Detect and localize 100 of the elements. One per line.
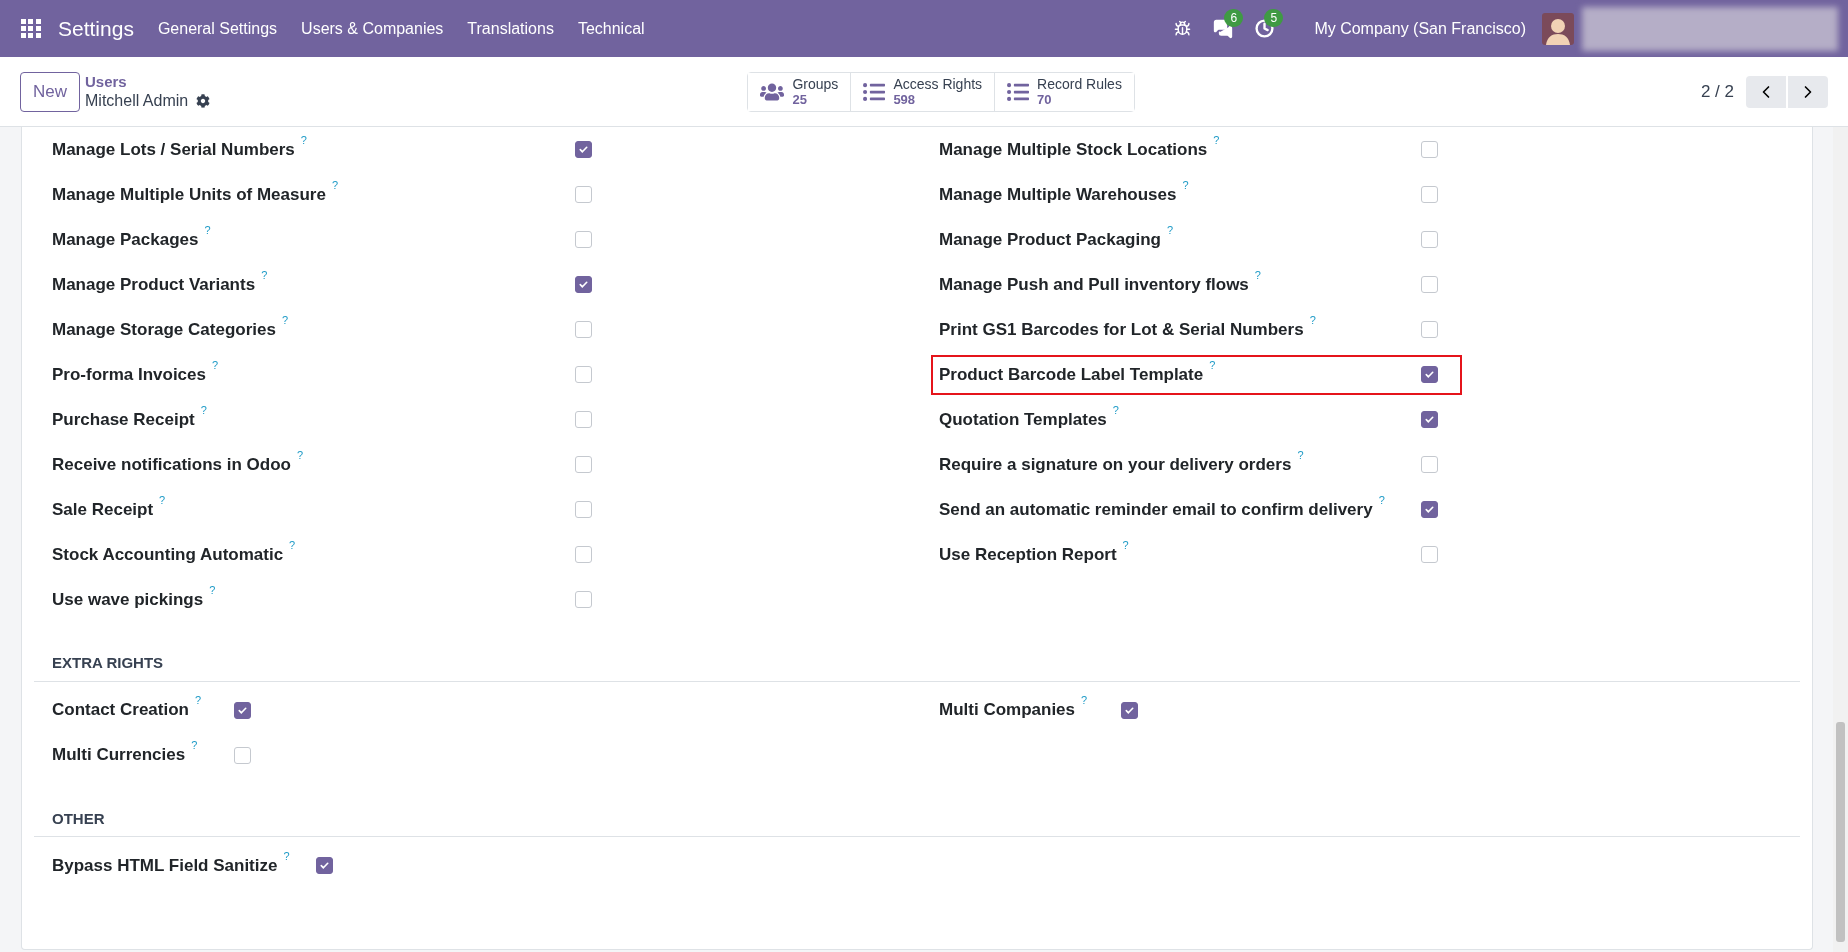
checkbox[interactable]: [1421, 141, 1438, 158]
breadcrumb-link[interactable]: Users: [85, 72, 211, 91]
checkbox[interactable]: [1421, 501, 1438, 518]
help-tooltip[interactable]: ?: [297, 449, 304, 461]
help-tooltip[interactable]: ?: [212, 359, 219, 371]
setting-label: Multi Companies: [939, 699, 1075, 722]
help-tooltip[interactable]: ?: [1297, 449, 1304, 461]
checkbox[interactable]: [575, 321, 592, 338]
setting-label: Manage Lots / Serial Numbers: [52, 138, 295, 161]
help-tooltip[interactable]: ?: [1309, 314, 1316, 326]
pager-value: 2 / 2: [1700, 80, 1734, 103]
company-switcher[interactable]: My Company (San Francisco): [1314, 16, 1526, 41]
checkmark-icon: [1424, 504, 1435, 515]
checkbox[interactable]: [1121, 701, 1138, 719]
checkbox[interactable]: [575, 366, 592, 383]
stat-label: Groups: [792, 75, 839, 92]
menu-item[interactable]: General Settings: [157, 16, 278, 41]
help-tooltip[interactable]: ?: [209, 584, 216, 596]
stat-label: Record Rules: [1037, 75, 1122, 92]
setting-label: Use Reception Report: [939, 543, 1117, 566]
help-tooltip[interactable]: ?: [261, 269, 268, 281]
help-tooltip[interactable]: ?: [1209, 359, 1216, 371]
checkbox[interactable]: [1421, 546, 1438, 563]
help-tooltip[interactable]: ?: [281, 314, 289, 326]
setting-label: Manage Multiple Stock Locations: [939, 138, 1208, 161]
setting-label: Use wave pickings: [52, 588, 204, 611]
checkbox[interactable]: [575, 501, 592, 518]
avatar-icon[interactable]: [1542, 12, 1574, 45]
list-icon: [1007, 80, 1030, 103]
setting-label: Manage Multiple Warehouses: [939, 183, 1177, 206]
help-tooltip[interactable]: ?: [204, 224, 211, 236]
checkmark-icon: [319, 860, 330, 871]
list-icon: [863, 80, 886, 103]
checkbox[interactable]: [1421, 186, 1438, 203]
previous-button[interactable]: [1746, 75, 1786, 108]
setting-label: Send an automatic reminder email to confirm delivery: [939, 498, 1373, 521]
menu-item[interactable]: Technical: [577, 16, 645, 41]
checkbox[interactable]: [575, 141, 592, 158]
help-tooltip[interactable]: ?: [1182, 179, 1189, 191]
setting-label: Manage Multiple Units of Measure: [52, 183, 326, 206]
checkbox[interactable]: [1421, 276, 1438, 293]
checkbox[interactable]: [1421, 366, 1438, 383]
new-button[interactable]: New: [20, 71, 80, 112]
help-tooltip[interactable]: ?: [1122, 539, 1129, 551]
help-tooltip[interactable]: ?: [1378, 494, 1385, 506]
checkmark-icon: [1424, 414, 1435, 425]
menu-item[interactable]: Translations: [467, 16, 554, 41]
help-tooltip[interactable]: ?: [289, 539, 296, 551]
stat-label: Access Rights: [893, 75, 983, 92]
setting-label: Manage Product Variants: [52, 273, 256, 296]
stat-value: 598: [893, 91, 916, 108]
checkbox[interactable]: [234, 701, 251, 719]
setting-label: Manage Push and Pull inventory flows: [939, 273, 1249, 296]
apps-menu-icon[interactable]: [21, 18, 41, 39]
menu-item[interactable]: Users & Companies: [301, 16, 444, 41]
checkbox[interactable]: [1421, 411, 1438, 428]
setting-label: Print GS1 Barcodes for Lot & Serial Numbers: [939, 318, 1304, 341]
checkbox[interactable]: [1421, 321, 1438, 338]
scrollbar[interactable]: [1833, 127, 1848, 952]
help-tooltip[interactable]: ?: [283, 850, 290, 862]
activity-count-badge: 5: [1264, 9, 1284, 27]
checkbox[interactable]: [234, 746, 251, 764]
checkbox[interactable]: [575, 546, 592, 563]
checkbox[interactable]: [316, 857, 333, 874]
help-tooltip[interactable]: ?: [1167, 224, 1174, 236]
checkbox[interactable]: [575, 276, 592, 293]
checkmark-icon: [1424, 369, 1435, 380]
stat-value: 25: [792, 91, 807, 108]
record-name: Mitchell Admin: [85, 91, 189, 111]
checkbox[interactable]: [575, 591, 592, 608]
help-tooltip[interactable]: ?: [1254, 269, 1261, 281]
help-tooltip[interactable]: ?: [1112, 404, 1119, 416]
setting-label: Require a signature on your delivery orders: [939, 453, 1292, 476]
checkbox[interactable]: [1421, 456, 1438, 473]
stat-button[interactable]: Record Rules 70: [994, 72, 1134, 111]
help-tooltip[interactable]: ?: [159, 494, 166, 506]
checkbox[interactable]: [1421, 231, 1438, 248]
setting-label: Multi Currencies: [52, 744, 186, 767]
checkmark-icon: [578, 144, 589, 155]
help-tooltip[interactable]: ?: [194, 695, 202, 707]
help-tooltip[interactable]: ?: [200, 404, 207, 416]
next-button[interactable]: [1788, 75, 1828, 108]
help-tooltip[interactable]: ?: [1213, 134, 1220, 146]
checkmark-icon: [237, 704, 248, 716]
settings-icon[interactable]: [196, 94, 211, 108]
help-tooltip[interactable]: ?: [300, 134, 307, 146]
debug-icon[interactable]: [1174, 20, 1192, 37]
checkbox[interactable]: [575, 186, 592, 203]
setting-label: Manage Storage Categories: [52, 318, 276, 341]
app-title[interactable]: Settings: [58, 12, 134, 45]
help-tooltip[interactable]: ?: [191, 740, 198, 752]
setting-label: Contact Creation: [52, 699, 189, 722]
checkbox[interactable]: [575, 411, 592, 428]
help-tooltip[interactable]: ?: [1081, 695, 1088, 707]
setting-label: Purchase Receipt: [52, 408, 195, 431]
setting-label: Bypass HTML Field Sanitize: [52, 854, 278, 877]
checkbox[interactable]: [575, 231, 592, 248]
setting-label: Product Barcode Label Template: [939, 363, 1204, 386]
help-tooltip[interactable]: ?: [331, 179, 339, 191]
checkbox[interactable]: [575, 456, 592, 473]
